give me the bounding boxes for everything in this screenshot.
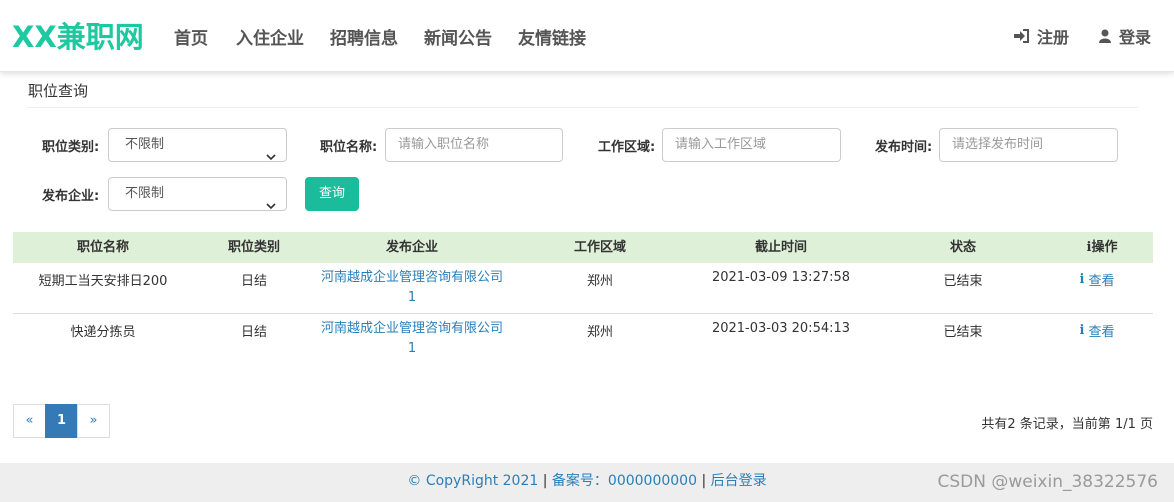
col-action: i操作 xyxy=(1086,240,1118,255)
work-area-input[interactable]: 请输入工作区域 xyxy=(662,128,841,162)
publish-time-label: 发布时间: xyxy=(875,140,933,155)
section-divider xyxy=(26,107,1138,108)
deadline-cell: 2021-03-09 13:27:58 xyxy=(711,270,851,285)
prev-page-button[interactable]: « xyxy=(13,404,46,438)
company-link[interactable]: 河南越成企业管理咨询有限公司1 xyxy=(317,319,507,359)
login-label: 登录 xyxy=(1119,28,1152,47)
col-job-name: 职位名称 xyxy=(76,240,130,255)
category-cell: 日结 xyxy=(240,274,268,289)
register-label: 注册 xyxy=(1037,28,1070,47)
chevron-down-icon xyxy=(266,191,276,223)
company-select[interactable]: 不限制 xyxy=(108,177,287,211)
site-logo[interactable]: XX兼职网 xyxy=(12,14,144,56)
nav-news[interactable]: 新闻公告 xyxy=(424,24,492,49)
pagination: « 1 » xyxy=(13,404,110,438)
search-section-title: 职位查询 xyxy=(28,82,89,100)
nav-jobs[interactable]: 招聘信息 xyxy=(330,24,398,49)
admin-login-link[interactable]: 后台登录 xyxy=(711,473,767,489)
chevron-down-icon xyxy=(266,142,276,174)
job-name-input[interactable]: 请输入职位名称 xyxy=(385,128,563,162)
beian-link[interactable]: 备案号：0000000000 xyxy=(552,473,697,489)
publish-time-input[interactable]: 请选择发布时间 xyxy=(939,128,1118,162)
footer-separator: | xyxy=(542,473,548,489)
row-divider xyxy=(13,313,1153,314)
company-select-value: 不限制 xyxy=(125,186,165,201)
top-navbar: XX兼职网 首页 入住企业 招聘信息 新闻公告 友情链接 注册 登录 xyxy=(0,0,1174,72)
deadline-cell: 2021-03-03 20:54:13 xyxy=(711,321,851,336)
status-cell: 已结束 xyxy=(943,274,983,289)
job-name-label: 职位名称: xyxy=(320,140,378,155)
watermark: CSDN @weixin_38322576 xyxy=(937,472,1158,492)
job-name-cell: 短期工当天安排日200 xyxy=(38,274,168,289)
category-cell: 日结 xyxy=(240,325,268,340)
category-select[interactable]: 不限制 xyxy=(108,128,287,162)
col-deadline: 截止时间 xyxy=(754,240,808,255)
nav-links[interactable]: 友情链接 xyxy=(518,24,586,49)
user-icon xyxy=(1099,29,1111,43)
col-status: 状态 xyxy=(949,240,977,255)
view-button[interactable]: i 查看 xyxy=(1080,321,1115,340)
category-select-value: 不限制 xyxy=(125,137,165,152)
login-link[interactable]: 登录 xyxy=(1099,24,1151,48)
view-button[interactable]: i 查看 xyxy=(1080,270,1115,289)
next-page-button[interactable]: » xyxy=(77,404,110,438)
col-category: 职位类别 xyxy=(227,240,281,255)
info-icon: i xyxy=(1079,272,1085,287)
pagination-info: 共有2 条记录，当前第 1/1 页 xyxy=(981,417,1153,432)
query-button[interactable]: 查询 xyxy=(305,177,359,211)
nav-companies[interactable]: 入住企业 xyxy=(236,24,304,49)
company-label: 发布企业: xyxy=(42,189,100,204)
register-link[interactable]: 注册 xyxy=(1013,24,1069,48)
table-header: 职位名称 职位类别 发布企业 工作区域 截止时间 状态 i操作 xyxy=(13,232,1153,263)
area-cell: 郑州 xyxy=(586,274,614,289)
area-cell: 郑州 xyxy=(586,325,614,340)
col-company: 发布企业 xyxy=(385,240,439,255)
footer-separator: | xyxy=(701,473,707,489)
category-label: 职位类别: xyxy=(42,140,100,155)
page-1-button[interactable]: 1 xyxy=(45,404,78,438)
status-cell: 已结束 xyxy=(943,325,983,340)
nav-home[interactable]: 首页 xyxy=(174,24,208,49)
col-area: 工作区域 xyxy=(573,240,627,255)
company-link[interactable]: 河南越成企业管理咨询有限公司1 xyxy=(317,268,507,308)
copyright-text: © CopyRight 2021 xyxy=(407,473,539,489)
info-icon: i xyxy=(1079,323,1085,338)
sign-in-icon xyxy=(1013,29,1029,43)
work-area-label: 工作区域: xyxy=(598,140,656,155)
job-name-cell: 快递分拣员 xyxy=(70,325,136,340)
